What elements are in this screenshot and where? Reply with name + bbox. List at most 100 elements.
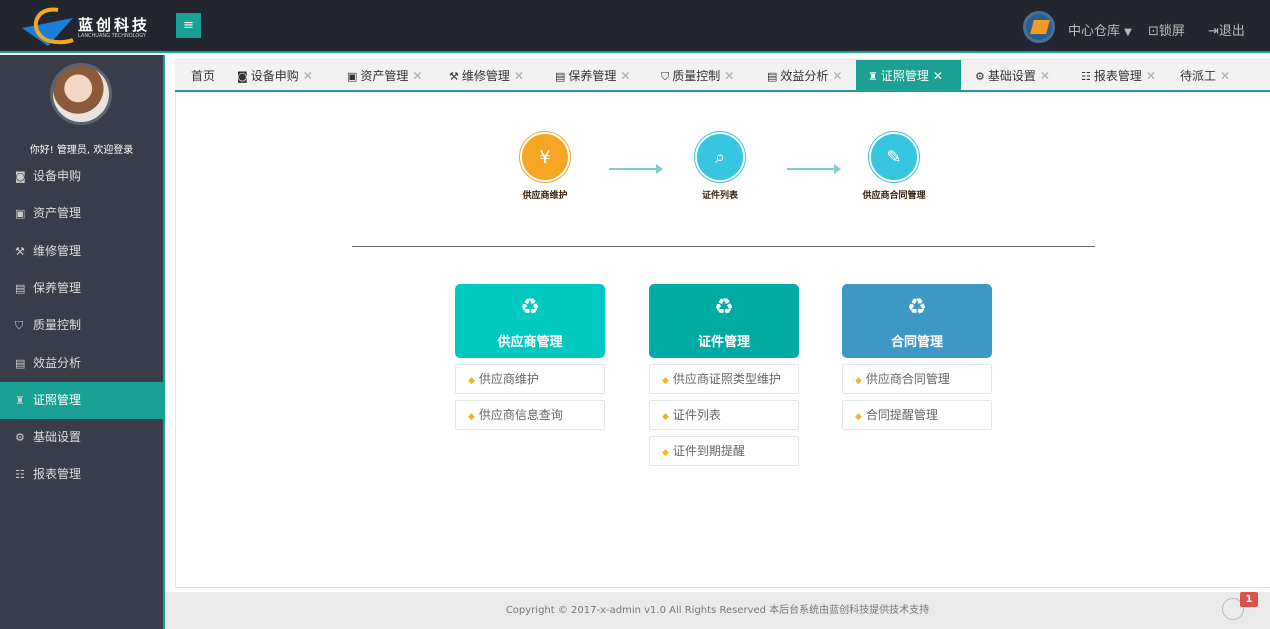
module-card: ♻ 供应商管理 ◆ 供应商维护 ◆ 供应商信息查询	[455, 284, 605, 430]
recycle-icon: ♻	[907, 295, 927, 320]
sidebar-item[interactable]: ⛉ 质量控制	[0, 307, 163, 344]
hamburger-icon: ≡	[183, 18, 194, 33]
sidebar-item[interactable]: ♜ 证照管理	[0, 381, 163, 419]
logout-button[interactable]: ⇥退出	[1208, 20, 1245, 39]
close-icon[interactable]: ✕	[933, 69, 943, 83]
lock-label: 锁屏	[1158, 24, 1185, 39]
close-icon[interactable]: ✕	[1040, 69, 1050, 83]
tab[interactable]: ⚒ 维修管理 ✕	[437, 60, 537, 92]
tab[interactable]: ▤ 效益分析 ✕	[755, 60, 855, 92]
warehouse-label: 中心仓库	[1068, 24, 1121, 39]
flow-step[interactable]: ⌕ 证件列表	[660, 132, 780, 201]
close-icon[interactable]: ✕	[514, 69, 524, 83]
module-card-header[interactable]: ♻ 证件管理	[649, 284, 799, 358]
clipboard-yen-icon: ¥	[520, 132, 570, 182]
module-card-header[interactable]: ♻ 供应商管理	[455, 284, 605, 358]
module-link[interactable]: ◆ 供应商合同管理	[842, 364, 992, 394]
sidebar-item-label: 设备申购	[33, 169, 82, 183]
module-link[interactable]: ◆ 证件到期提醒	[649, 436, 799, 466]
shield-icon: ⛉	[15, 319, 24, 333]
header: 蓝创科技 LANCHUANG TECHNOLOGY ≡ 中心仓库 ▼ ⊡锁屏 ⇥…	[0, 0, 1270, 53]
tab[interactable]: ⛉ 质量控制 ✕	[649, 60, 749, 92]
tab-label: 待派工	[1180, 69, 1217, 83]
flow-step-label: 供应商合同管理	[862, 191, 926, 201]
module-link[interactable]: ◆ 供应商证照类型维护	[649, 364, 799, 394]
close-icon[interactable]: ✕	[1220, 69, 1230, 83]
sidebar-item-label: 资产管理	[33, 206, 82, 221]
maintenance-icon: ▤	[15, 281, 26, 295]
tab[interactable]: ☷ 报表管理 ✕	[1069, 60, 1164, 92]
module-link-label: 供应商信息查询	[478, 408, 563, 422]
module-title: 供应商管理	[497, 335, 563, 350]
box-icon: ▣	[15, 207, 26, 221]
tab-label: 效益分析	[780, 69, 829, 83]
lock-icon: ⊡	[1148, 24, 1159, 39]
module-card: ♻ 合同管理 ◆ 供应商合同管理 ◆ 合同提醒管理	[842, 284, 992, 430]
shield-icon: ⛉	[661, 70, 670, 83]
document-search-icon: ⌕	[695, 132, 745, 182]
tab[interactable]: 首页	[175, 60, 225, 92]
badge-icon: ♜	[868, 70, 878, 83]
tab[interactable]: 待派工 ✕	[1168, 60, 1238, 92]
tab[interactable]: ♜ 证照管理 ✕	[856, 60, 961, 92]
sidebar-item[interactable]: ☷ 报表管理	[0, 456, 163, 493]
close-icon[interactable]: ✕	[303, 69, 313, 83]
module-link-label: 合同提醒管理	[865, 408, 938, 422]
sidebar-item-label: 保养管理	[33, 280, 82, 295]
close-icon[interactable]: ✕	[1146, 69, 1156, 83]
divider	[352, 246, 1095, 247]
diamond-icon: ◆	[468, 376, 475, 386]
welcome-text: 你好! 管理员, 欢迎登录	[29, 145, 134, 156]
logout-label: 退出	[1218, 24, 1245, 39]
module-card: ♻ 证件管理 ◆ 供应商证照类型维护 ◆ 证件列表 ◆ 证件到期提醒	[649, 284, 799, 466]
tab[interactable]: ⚙ 基础设置 ✕	[963, 60, 1063, 92]
flow-step[interactable]: ¥ 供应商维护	[485, 132, 605, 201]
tab-label: 设备申购	[250, 69, 299, 83]
diamond-icon: ◆	[662, 376, 669, 386]
copyright-text: Copyright © 2017-x-admin v1.0 All Rights…	[505, 605, 930, 616]
lock-screen-button[interactable]: ⊡锁屏	[1148, 20, 1185, 39]
close-icon[interactable]: ✕	[620, 69, 630, 83]
flow-step-label: 证件列表	[701, 191, 738, 201]
sidebar-item[interactable]: ▤ 效益分析	[0, 345, 163, 382]
notification-badge: 1	[1240, 592, 1258, 607]
menu-toggle-button[interactable]: ≡	[176, 13, 201, 38]
sidebar-item-label: 证照管理	[33, 392, 82, 407]
diamond-icon: ◆	[662, 412, 669, 422]
warehouse-dropdown[interactable]: 中心仓库 ▼	[1068, 20, 1132, 39]
module-card-header[interactable]: ♻ 合同管理	[842, 284, 992, 358]
sidebar-item[interactable]: ▣ 资产管理	[0, 195, 163, 232]
sidebar-item-label: 基础设置	[33, 430, 82, 445]
tab-label: 保养管理	[568, 69, 617, 83]
close-icon[interactable]: ✕	[412, 69, 422, 83]
purchase-edit-icon: ✎	[869, 132, 919, 182]
sidebar-item[interactable]: ▤ 保养管理	[0, 270, 163, 307]
tab-label: 报表管理	[1093, 69, 1142, 83]
tab[interactable]: ▣ 资产管理 ✕	[335, 60, 435, 92]
monitor-icon: ◙	[15, 170, 26, 183]
close-icon[interactable]: ✕	[724, 69, 734, 83]
main-content: ¥ 供应商维护 ⌕ 证件列表 ✎ 供应商合同管理 ♻ 供应商管理 ◆ 供应商维护 ◆ 供应商信息查询 ♻…	[175, 92, 1270, 588]
sidebar-item[interactable]: ⚙ 基础设置	[0, 419, 163, 456]
caret-down-icon: ▼	[1124, 27, 1132, 38]
diamond-icon: ◆	[468, 412, 475, 422]
module-link-label: 供应商合同管理	[865, 372, 950, 386]
tab[interactable]: ◙ 设备申购 ✕	[225, 60, 325, 92]
flow-step[interactable]: ✎ 供应商合同管理	[834, 132, 954, 201]
close-icon[interactable]: ✕	[832, 69, 842, 83]
module-link[interactable]: ◆ 供应商维护	[455, 364, 605, 394]
module-link[interactable]: ◆ 供应商信息查询	[455, 400, 605, 430]
sidebar-item[interactable]: ⚒ 维修管理	[0, 233, 163, 270]
sidebar-item-label: 质量控制	[33, 318, 82, 333]
user-avatar[interactable]	[1023, 11, 1055, 43]
module-link[interactable]: ◆ 合同提醒管理	[842, 400, 992, 430]
tab[interactable]: ▤ 保养管理 ✕	[543, 60, 643, 92]
badge-icon: ♜	[15, 393, 25, 407]
list-icon: ☷	[1081, 70, 1091, 83]
monitor-icon: ◙	[237, 70, 248, 83]
tab-label: 证照管理	[880, 69, 929, 83]
recycle-icon: ♻	[520, 295, 540, 320]
sidebar-item[interactable]: ◙ 设备申购	[0, 158, 163, 195]
module-link[interactable]: ◆ 证件列表	[649, 400, 799, 430]
tab-label: 资产管理	[360, 69, 409, 83]
